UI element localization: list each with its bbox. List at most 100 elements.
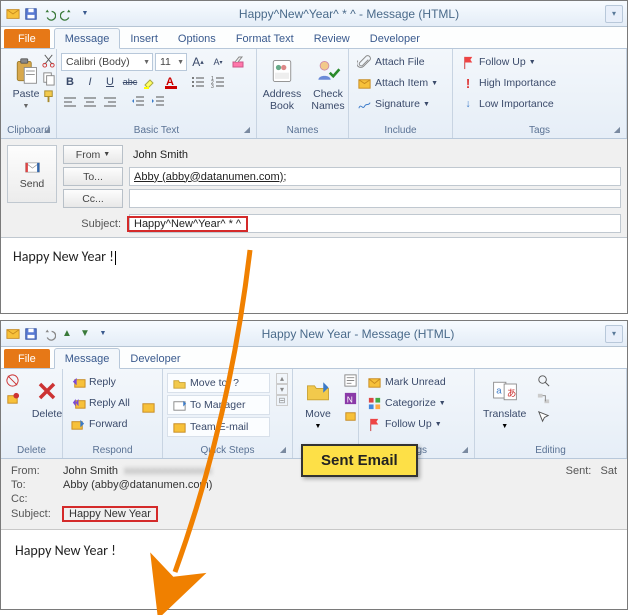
send-button[interactable]: Send	[7, 145, 57, 203]
tags-launcher-icon-b[interactable]: ◢	[462, 445, 468, 454]
strike-button[interactable]: abc	[121, 73, 139, 91]
flag-icon	[366, 416, 382, 432]
subject-label: Subject:	[7, 218, 123, 230]
categorize-button[interactable]: Categorize ▼	[363, 394, 449, 412]
highlight-icon[interactable]	[141, 73, 159, 91]
tab-insert[interactable]: Insert	[120, 29, 168, 48]
ignore-icon[interactable]	[5, 373, 20, 388]
font-color-button[interactable]: A	[161, 73, 179, 91]
save-icon[interactable]	[23, 326, 39, 342]
redo-icon[interactable]	[59, 6, 75, 22]
team-email-icon	[171, 419, 187, 435]
quick-team-email[interactable]: Team E-mail	[167, 417, 270, 437]
to-button[interactable]: To...	[63, 167, 123, 186]
tab-review[interactable]: Review	[304, 29, 360, 48]
low-importance-button[interactable]: ↓Low Importance	[457, 95, 559, 113]
title-bar-top: ▼ Happy^New^Year^ * ^ - Message (HTML) ▾	[1, 1, 627, 27]
svg-text:a: a	[496, 386, 502, 397]
ribbon-expand-button[interactable]: ▾	[605, 5, 623, 23]
respond-more-icon[interactable]	[141, 400, 156, 415]
italic-button[interactable]: I	[81, 73, 99, 91]
undo-icon[interactable]	[41, 326, 57, 342]
attach-file-button[interactable]: Attach File	[353, 53, 441, 71]
attach-item-button[interactable]: Attach Item ▼	[353, 74, 441, 92]
to-field[interactable]: Abby (abby@datanumen.com);	[129, 167, 621, 186]
align-left-icon[interactable]	[61, 93, 79, 111]
underline-button[interactable]: U	[101, 73, 119, 91]
message-body-top[interactable]: Happy New Year !	[1, 237, 627, 277]
tab-file[interactable]: File	[4, 29, 50, 48]
categorize-icon	[366, 395, 382, 411]
translate-button[interactable]: aあ Translate▼	[479, 373, 530, 432]
ribbon-expand-button[interactable]: ▾	[605, 325, 623, 343]
quicksteps-down-icon[interactable]: ▾	[276, 384, 288, 395]
title-bar-bottom: ▲ ▼ ▼ Happy New Year - Message (HTML) ▾	[1, 321, 627, 347]
signature-button[interactable]: Signature ▼	[353, 95, 441, 113]
bullets-icon[interactable]	[189, 73, 207, 91]
tab-options[interactable]: Options	[168, 29, 226, 48]
move-button[interactable]: Move▼	[297, 373, 339, 432]
basic-text-group-label: Basic Text	[134, 125, 179, 136]
tab-developer[interactable]: Developer	[120, 349, 190, 368]
quicksteps-launcher-icon[interactable]: ◢	[280, 445, 286, 454]
undo-icon[interactable]	[41, 6, 57, 22]
next-icon[interactable]: ▼	[77, 326, 93, 342]
quick-move-to[interactable]: Move to: ?	[167, 373, 270, 393]
onenote-icon[interactable]: N	[343, 391, 358, 406]
reply-button[interactable]: Reply	[67, 373, 133, 391]
format-painter-icon[interactable]	[41, 89, 56, 104]
copy-icon[interactable]	[41, 71, 56, 86]
tab-message[interactable]: Message	[54, 28, 121, 49]
actions-icon[interactable]	[343, 409, 358, 424]
from-button[interactable]: From ▼	[63, 145, 123, 164]
quick-to-manager[interactable]: To Manager	[167, 395, 270, 415]
junk-icon[interactable]	[5, 391, 20, 406]
mark-unread-button[interactable]: Mark Unread	[363, 373, 449, 391]
bold-button[interactable]: B	[61, 73, 79, 91]
quicksteps-up-icon[interactable]: ▴	[276, 373, 288, 384]
rules-icon[interactable]	[343, 373, 358, 388]
cc-button[interactable]: Cc...	[63, 189, 123, 208]
quicksteps-more-icon[interactable]: ⊟	[276, 395, 288, 406]
subject-field[interactable]: Happy^New^Year^ * ^	[129, 214, 621, 233]
mark-unread-icon	[366, 374, 382, 390]
shrink-font-icon[interactable]: A▾	[209, 53, 227, 71]
address-book-button[interactable]: Address Book	[261, 53, 303, 114]
clipboard-launcher-icon[interactable]: ◢	[44, 125, 50, 134]
cc-field[interactable]	[129, 189, 621, 208]
cut-icon[interactable]	[41, 53, 56, 68]
basic-text-launcher-icon[interactable]: ◢	[244, 125, 250, 134]
compose-window: ▼ Happy^New^Year^ * ^ - Message (HTML) ▾…	[0, 0, 628, 314]
grow-font-icon[interactable]: A▴	[189, 53, 207, 71]
select-icon[interactable]	[536, 409, 551, 424]
tab-format-text[interactable]: Format Text	[226, 29, 304, 48]
clear-format-icon[interactable]	[229, 53, 247, 71]
related-icon[interactable]	[536, 391, 551, 406]
reply-all-button[interactable]: Reply All	[67, 394, 133, 412]
decrease-indent-icon[interactable]	[129, 93, 147, 111]
find-icon[interactable]	[536, 373, 551, 388]
tab-file[interactable]: File	[4, 349, 50, 368]
font-name-select[interactable]: Calibri (Body)▼	[61, 53, 153, 71]
save-icon[interactable]	[23, 6, 39, 22]
forward-button[interactable]: Forward	[67, 415, 133, 433]
check-names-button[interactable]: Check Names	[307, 53, 349, 114]
qa-more-icon[interactable]: ▼	[95, 326, 111, 342]
tags-launcher-icon[interactable]: ◢	[614, 125, 620, 134]
ribbon-top: Paste ▼ Clipboard◢ Calibri (Body)▼ 11▼ A…	[1, 49, 627, 139]
from-value: John Smith	[129, 145, 621, 164]
numbering-icon[interactable]: 123	[209, 73, 227, 91]
high-importance-button[interactable]: !High Importance	[457, 74, 559, 92]
delete-button[interactable]: Delete	[26, 373, 68, 423]
follow-up-button-b[interactable]: Follow Up ▼	[363, 415, 449, 433]
tab-developer[interactable]: Developer	[360, 29, 430, 48]
paste-icon	[10, 55, 42, 87]
tab-message[interactable]: Message	[54, 348, 121, 369]
align-right-icon[interactable]	[101, 93, 119, 111]
align-center-icon[interactable]	[81, 93, 99, 111]
font-size-select[interactable]: 11▼	[155, 53, 187, 71]
qa-more-icon[interactable]: ▼	[77, 6, 93, 22]
follow-up-button[interactable]: Follow Up ▼	[457, 53, 559, 71]
increase-indent-icon[interactable]	[149, 93, 167, 111]
prev-icon[interactable]: ▲	[59, 326, 75, 342]
